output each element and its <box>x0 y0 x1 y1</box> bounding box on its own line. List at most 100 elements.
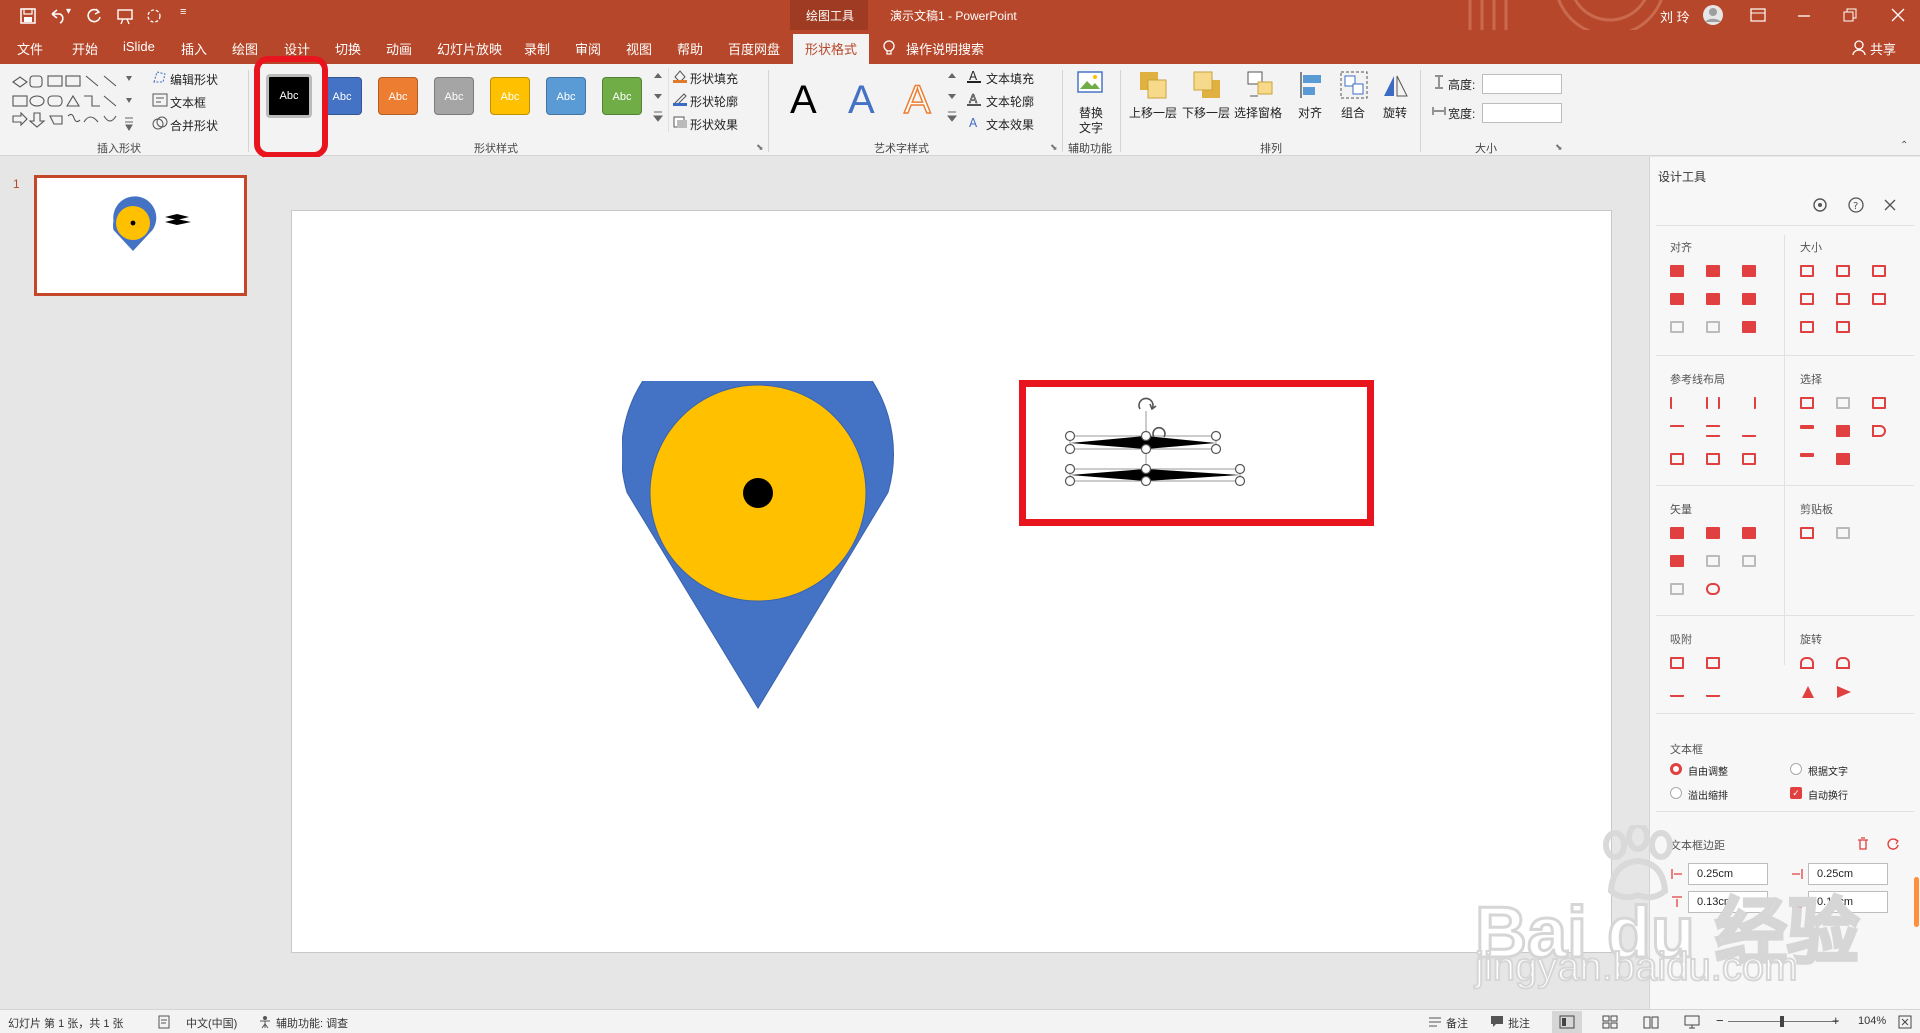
restore-icon[interactable] <box>1843 8 1857 22</box>
select-same-size-icon[interactable] <box>1872 397 1886 409</box>
width-input[interactable] <box>1482 103 1562 123</box>
select-same-line-icon[interactable] <box>1836 397 1850 409</box>
user-name[interactable]: 刘 玲 <box>1660 7 1690 26</box>
ribbon-display-options-icon[interactable] <box>1750 8 1766 22</box>
flip-vertical-icon[interactable] <box>1800 685 1816 699</box>
tab-record[interactable]: 录制 <box>524 39 550 58</box>
select-same-fill-icon[interactable] <box>1800 397 1814 409</box>
selection-pane-icon[interactable] <box>1246 70 1276 100</box>
same-height-icon[interactable] <box>1836 265 1850 277</box>
stretch-right-icon[interactable] <box>1836 293 1850 305</box>
fit-slide-icon[interactable] <box>1898 1015 1912 1029</box>
select-invert-icon[interactable] <box>1872 425 1886 437</box>
minimize-icon[interactable] <box>1797 14 1811 18</box>
shape-style-swatch-lightblue[interactable]: Abc <box>546 77 586 115</box>
stretch-left-icon[interactable] <box>1800 293 1814 305</box>
shapes-gallery[interactable] <box>10 72 140 134</box>
overflow-radio[interactable] <box>1670 787 1682 799</box>
shape-style-swatch-blue[interactable]: Abc <box>322 77 362 115</box>
guide-middle-icon[interactable] <box>1706 425 1720 437</box>
snap-right-icon[interactable] <box>1706 657 1720 669</box>
shape-style-swatch-green[interactable]: Abc <box>602 77 642 115</box>
tab-animations[interactable]: 动画 <box>386 39 412 58</box>
diamond-shape-2[interactable] <box>1070 469 1240 481</box>
margin-top-input[interactable]: 0.13cm <box>1688 891 1768 913</box>
alt-text-label-2[interactable]: 文字 <box>1079 119 1103 136</box>
align-bottom-icon[interactable] <box>1742 293 1756 305</box>
zoom-out-icon[interactable]: − <box>1716 1013 1724 1028</box>
same-size-icon[interactable] <box>1872 265 1886 277</box>
size-launcher-icon[interactable]: ⬊ <box>1555 142 1563 153</box>
shape-style-swatch-orange[interactable]: Abc <box>378 77 418 115</box>
guide-height-icon[interactable] <box>1706 453 1720 465</box>
text-effects-button[interactable]: 文本效果 <box>986 116 1034 133</box>
snap-left-icon[interactable] <box>1670 657 1684 669</box>
text-box-button[interactable]: 文本框 <box>170 94 206 111</box>
guide-left-icon[interactable] <box>1670 397 1684 409</box>
help-icon[interactable]: ? <box>1848 197 1864 213</box>
touch-mode-icon[interactable] <box>145 7 163 25</box>
copy-icon[interactable] <box>1800 527 1814 539</box>
notes-button[interactable]: 备注 <box>1446 1015 1468 1031</box>
rotate-left-icon[interactable] <box>1800 657 1814 669</box>
shape-style-swatch-gold[interactable]: Abc <box>490 77 530 115</box>
shape-effects-button[interactable]: 形状效果 <box>690 116 738 133</box>
shape-style-swatch-gray[interactable]: Abc <box>434 77 474 115</box>
wordart-style-black[interactable]: A <box>790 78 817 122</box>
zoom-level[interactable]: 104% <box>1858 1015 1886 1027</box>
rotate-icon[interactable] <box>1380 70 1410 100</box>
alt-text-icon[interactable] <box>1076 70 1104 96</box>
distribute-horizontal-icon[interactable] <box>1670 321 1684 333</box>
guide-top-icon[interactable] <box>1670 425 1684 437</box>
collapse-ribbon-icon[interactable]: ⌃ <box>1900 140 1908 151</box>
close-icon[interactable] <box>1891 8 1905 22</box>
send-backward-icon[interactable] <box>1192 70 1222 100</box>
margin-bottom-input[interactable]: 0.13cm <box>1808 891 1888 913</box>
group-icon[interactable] <box>1339 70 1369 100</box>
text-fill-button[interactable]: 文本填充 <box>986 70 1034 87</box>
tab-file[interactable]: 文件 <box>17 39 43 58</box>
distribute-diagonal-icon[interactable] <box>1742 321 1756 333</box>
reading-view-icon[interactable] <box>1643 1015 1659 1029</box>
wordart-style-blue[interactable]: A <box>848 78 875 122</box>
share-button[interactable]: 共享 <box>1870 39 1896 58</box>
vector-text-icon[interactable] <box>1670 583 1684 595</box>
save-icon[interactable] <box>20 8 36 24</box>
guide-center-icon[interactable] <box>1706 397 1720 409</box>
group-button[interactable]: 组合 <box>1341 104 1365 121</box>
shape-styles-launcher-icon[interactable]: ⬊ <box>756 142 764 153</box>
auto-adjust-radio[interactable] <box>1670 763 1682 775</box>
tab-help[interactable]: 帮助 <box>677 39 703 58</box>
stretch-both-icon[interactable] <box>1872 293 1886 305</box>
slide-canvas[interactable] <box>291 210 1612 953</box>
shape-styles-scroll-icon[interactable] <box>652 68 664 130</box>
merge-shapes-button[interactable]: 合并形状 <box>170 117 218 134</box>
guide-fill-icon[interactable] <box>1742 453 1756 465</box>
rotate-handle-icon[interactable] <box>1138 397 1166 438</box>
wordart-style-orange-outline[interactable]: A <box>903 77 931 123</box>
edit-shape-button[interactable]: 编辑形状 <box>170 71 218 88</box>
distribute-vertical-icon[interactable] <box>1706 321 1720 333</box>
vector-fragment-icon[interactable] <box>1742 527 1756 539</box>
align-right-icon[interactable] <box>1742 265 1756 277</box>
tab-review[interactable]: 审阅 <box>575 39 601 58</box>
align-middle-icon[interactable] <box>1706 293 1720 305</box>
trash-icon[interactable] <box>1856 837 1870 851</box>
vector-link-icon[interactable] <box>1706 583 1720 595</box>
select-same-type-icon[interactable] <box>1836 425 1850 437</box>
rotate-right-icon[interactable] <box>1836 657 1850 669</box>
guide-width-icon[interactable] <box>1670 453 1684 465</box>
selected-diamond-shapes[interactable] <box>1062 391 1282 501</box>
tab-slideshow[interactable]: 幻灯片放映 <box>437 39 502 58</box>
comments-button[interactable]: 批注 <box>1508 1015 1530 1031</box>
accessibility-status[interactable]: 辅助功能: 调查 <box>276 1015 348 1031</box>
same-width-icon[interactable] <box>1800 265 1814 277</box>
rotate-button[interactable]: 旋转 <box>1383 104 1407 121</box>
vector-subtract-icon[interactable] <box>1706 555 1720 567</box>
text-outline-button[interactable]: 文本轮廓 <box>986 93 1034 110</box>
snap-top-icon[interactable] <box>1670 685 1684 697</box>
shape-fill-button[interactable]: 形状填充 <box>690 70 738 87</box>
guide-bottom-icon[interactable] <box>1742 425 1756 437</box>
wordart-scroll-icon[interactable] <box>946 68 958 130</box>
tab-baidu-netdisk[interactable]: 百度网盘 <box>728 39 780 58</box>
